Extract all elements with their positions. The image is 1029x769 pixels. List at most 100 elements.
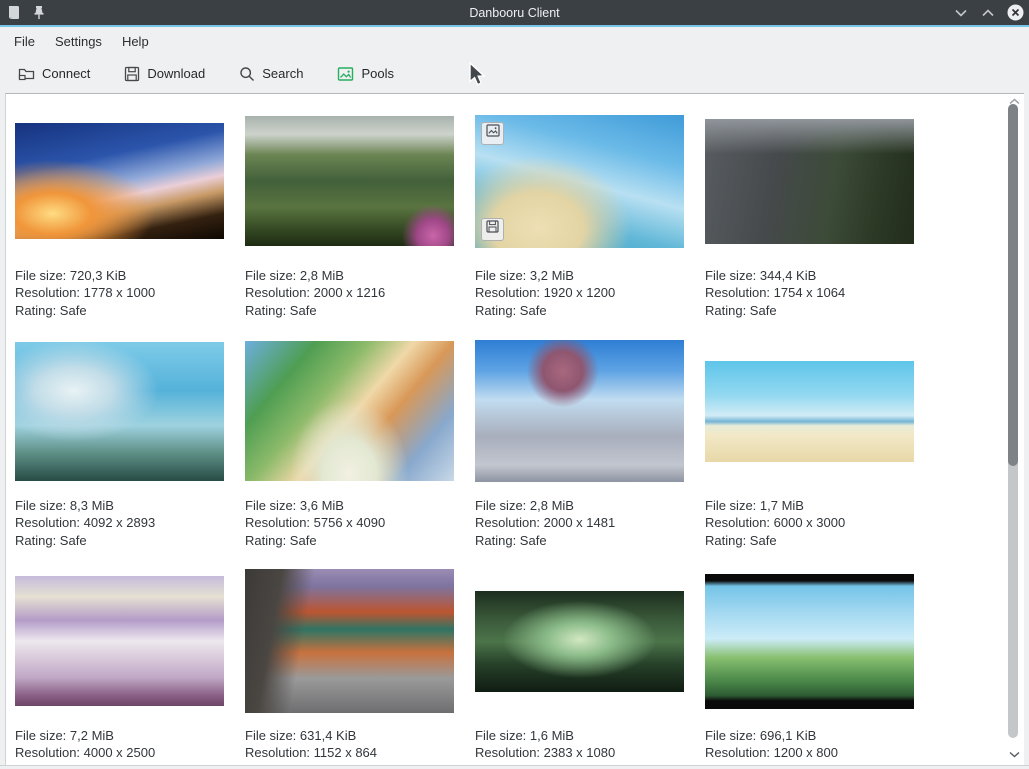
window-frame-right — [1024, 27, 1029, 769]
post-meta: File size: 344,4 KiBResolution: 1754 x 1… — [705, 267, 914, 319]
connect-button[interactable]: Connect — [10, 61, 98, 87]
window-title: Danbooru Client — [0, 6, 1029, 20]
resolution-text: Resolution: 1152 x 864 — [245, 744, 454, 761]
file-size-text: File size: 2,8 MiB — [245, 267, 454, 284]
post-card: File size: 344,4 KiBResolution: 1754 x 1… — [705, 95, 914, 325]
resolution-text: Resolution: 1200 x 800 — [705, 744, 914, 761]
resolution-text: Resolution: 2000 x 1481 — [475, 514, 684, 531]
rating-text: Rating: Safe — [705, 302, 914, 319]
menu-item-file[interactable]: File — [4, 30, 45, 53]
file-size-text: File size: 631,4 KiB — [245, 727, 454, 744]
post-meta: File size: 2,8 MiBResolution: 2000 x 148… — [475, 497, 684, 549]
post-meta: File size: 2,8 MiBResolution: 2000 x 121… — [245, 267, 454, 319]
toolbar-button-label: Connect — [42, 66, 90, 81]
resolution-text: Resolution: 1754 x 1064 — [705, 284, 914, 301]
file-size-text: File size: 696,1 KiB — [705, 727, 914, 744]
shrine-miko-thumbnail[interactable] — [245, 569, 454, 713]
search-button[interactable]: Search — [231, 61, 311, 87]
rating-text: Rating: Safe — [705, 532, 914, 549]
rating-text: Rating: Safe — [245, 532, 454, 549]
picnic-girls-thumbnail[interactable] — [245, 341, 454, 481]
pools-button[interactable]: Pools — [329, 61, 402, 87]
post-meta: File size: 7,2 MiBResolution: 4000 x 250… — [15, 727, 224, 765]
view-image-button[interactable] — [481, 122, 504, 145]
picture-icon — [486, 124, 500, 142]
cliff-travelers-thumbnail[interactable] — [705, 119, 914, 244]
floating-cliffs-thumbnail[interactable] — [705, 574, 914, 709]
scrollbar-thumb[interactable] — [1008, 104, 1018, 466]
resolution-text: Resolution: 4000 x 2500 — [15, 744, 224, 761]
shade-button[interactable] — [952, 4, 970, 22]
file-size-text: File size: 7,2 MiB — [15, 727, 224, 744]
connect-icon — [18, 66, 35, 82]
titlebar: Danbooru Client — [0, 0, 1029, 25]
rating-text: Rating: Safe — [245, 302, 454, 319]
post-meta: File size: 1,7 MiBResolution: 6000 x 300… — [705, 497, 914, 549]
post-card: File size: 720,3 KiBResolution: 1778 x 1… — [15, 95, 224, 325]
file-size-text: File size: 344,4 KiB — [705, 267, 914, 284]
post-meta: File size: 720,3 KiBResolution: 1778 x 1… — [15, 267, 224, 319]
menu-item-settings[interactable]: Settings — [45, 30, 112, 53]
resolution-text: Resolution: 1778 x 1000 — [15, 284, 224, 301]
beach-horizon-thumbnail[interactable] — [705, 361, 914, 462]
post-meta: File size: 3,6 MiBResolution: 5756 x 409… — [245, 497, 454, 549]
spiral-tower-girl-thumbnail[interactable] — [15, 342, 224, 481]
file-size-text: File size: 1,7 MiB — [705, 497, 914, 514]
scrollbar-track[interactable] — [1008, 104, 1018, 738]
file-size-text: File size: 8,3 MiB — [15, 497, 224, 514]
post-meta: File size: 3,2 MiBResolution: 1920 x 120… — [475, 267, 684, 319]
resolution-text: Resolution: 2383 x 1080 — [475, 744, 684, 761]
resolution-text: Resolution: 1920 x 1200 — [475, 284, 684, 301]
download-button[interactable]: Download — [116, 61, 213, 87]
save-image-button[interactable] — [481, 218, 504, 241]
post-card: File size: 696,1 KiBResolution: 1200 x 8… — [705, 555, 914, 765]
danbooru-client-window: Danbooru Client FileSettingsHelp Connect… — [0, 0, 1029, 769]
resolution-text: Resolution: 4092 x 2893 — [15, 514, 224, 531]
post-card: File size: 2,8 MiBResolution: 2000 x 121… — [245, 95, 454, 325]
post-card: File size: 1,7 MiBResolution: 6000 x 300… — [705, 325, 914, 555]
umbrella-girl-rocks-thumbnail[interactable] — [475, 340, 684, 482]
toolbar-button-label: Download — [147, 66, 205, 81]
scroll-down-button[interactable] — [1007, 749, 1021, 759]
menubar: FileSettingsHelp — [0, 27, 1029, 55]
pools-icon — [337, 66, 354, 82]
save-icon — [486, 220, 499, 238]
forest-valley-thumbnail[interactable] — [245, 116, 454, 246]
resolution-text: Resolution: 6000 x 3000 — [705, 514, 914, 531]
maximize-button[interactable] — [979, 4, 997, 22]
search-icon — [239, 66, 255, 82]
snowy-mountain-thumbnail[interactable] — [15, 576, 224, 706]
post-card: File size: 1,6 MiBResolution: 2383 x 108… — [475, 555, 684, 765]
post-card: File size: 631,4 KiBResolution: 1152 x 8… — [245, 555, 454, 765]
beach-girl-thumbnail[interactable] — [475, 115, 684, 248]
rating-text: Rating: Safe — [15, 302, 224, 319]
post-meta: File size: 8,3 MiBResolution: 4092 x 289… — [15, 497, 224, 549]
window-frame-left — [0, 27, 5, 769]
file-size-text: File size: 3,2 MiB — [475, 267, 684, 284]
resolution-text: Resolution: 5756 x 4090 — [245, 514, 454, 531]
post-card: File size: 7,2 MiBResolution: 4000 x 250… — [15, 555, 224, 765]
toolbar-button-label: Pools — [361, 66, 394, 81]
vertical-scrollbar — [1004, 93, 1024, 765]
close-button[interactable] — [1006, 4, 1024, 22]
toolbar-button-label: Search — [262, 66, 303, 81]
rating-text: Rating: Safe — [475, 532, 684, 549]
rating-text: Rating: Safe — [475, 302, 684, 319]
toolbar: Connect Download Search Pools — [0, 55, 1029, 92]
file-size-text: File size: 3,6 MiB — [245, 497, 454, 514]
post-meta: File size: 1,6 MiBResolution: 2383 x 108… — [475, 727, 684, 765]
post-card: File size: 3,2 MiBResolution: 1920 x 120… — [475, 95, 684, 325]
download-icon — [124, 66, 140, 82]
file-size-text: File size: 720,3 KiB — [15, 267, 224, 284]
post-meta: File size: 696,1 KiBResolution: 1200 x 8… — [705, 727, 914, 765]
window-frame-bottom — [0, 765, 1029, 769]
resolution-text: Resolution: 2000 x 1216 — [245, 284, 454, 301]
post-card: File size: 8,3 MiBResolution: 4092 x 289… — [15, 325, 224, 555]
post-meta: File size: 631,4 KiBResolution: 1152 x 8… — [245, 727, 454, 765]
file-size-text: File size: 1,6 MiB — [475, 727, 684, 744]
dark-torii-forest-thumbnail[interactable] — [475, 591, 684, 692]
post-card: File size: 2,8 MiBResolution: 2000 x 148… — [475, 325, 684, 555]
post-card: File size: 3,6 MiBResolution: 5756 x 409… — [245, 325, 454, 555]
sunset-silhouette-thumbnail[interactable] — [15, 123, 224, 239]
menu-item-help[interactable]: Help — [112, 30, 159, 53]
